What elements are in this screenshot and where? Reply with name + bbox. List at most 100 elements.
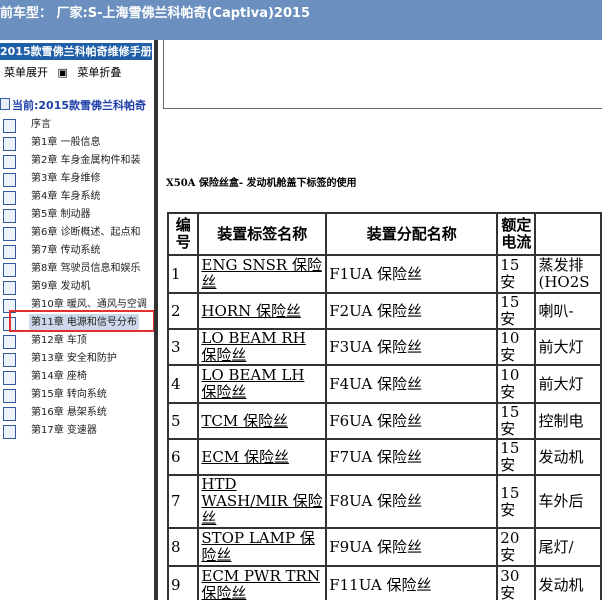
document-icon: [3, 371, 16, 385]
tree-item-ch16[interactable]: 第16章 悬架系统: [0, 404, 154, 422]
table-row: 9 ECM PWR TRN 保险丝 F11UA 保险丝 30 安 发动机: [166, 565, 602, 600]
cell-number: 4: [166, 364, 200, 404]
document-icon: [3, 263, 16, 277]
cell-label: HTD WASH/MIR 保险丝: [197, 474, 328, 529]
cell-current: 20 安: [496, 527, 537, 567]
document-icon: [3, 155, 16, 169]
tree-item-ch2[interactable]: 第2章 车身金属构件和装: [0, 152, 154, 170]
cell-current: 15 安: [496, 402, 537, 440]
table-row: 1 ENG SNSR 保险丝 F1UA 保险丝 15 安 蒸发排(HO2S: [166, 254, 602, 294]
cell-label: STOP LAMP 保险丝: [197, 527, 328, 567]
sidebar-actions: 菜单展开 ▣ 菜单折叠: [4, 64, 127, 80]
section-title: X50A 保险丝盒- 发动机舱盖下标签的使用: [166, 178, 357, 189]
cell-current: 15 安: [496, 438, 537, 476]
document-icon: [3, 137, 16, 151]
tree-item-ch12[interactable]: 第12章 车顶: [0, 332, 154, 350]
table-row: 2 HORN 保险丝 F2UA 保险丝 15 安 喇叭-: [166, 292, 602, 330]
cell-number: 2: [166, 292, 200, 330]
cell-label: ECM 保险丝: [197, 438, 328, 476]
tree-item-ch4[interactable]: 第4章 车身系统: [0, 188, 154, 206]
tree-item-ch14[interactable]: 第14章 座椅: [0, 368, 154, 386]
tree-item-ch1[interactable]: 第1章 一般信息: [0, 134, 154, 152]
cell-assign: F4UA 保险丝: [325, 364, 499, 404]
cell-extra: 前大灯: [534, 364, 602, 404]
cell-current: 15 安: [496, 474, 537, 529]
cell-assign: F11UA 保险丝: [325, 565, 499, 600]
cell-number: 5: [166, 402, 200, 440]
tree-item-ch6[interactable]: 第6章 诊断概述、起点和: [0, 224, 154, 242]
cell-number: 9: [166, 565, 200, 600]
folder-icon: [0, 98, 10, 110]
tree-item-ch7[interactable]: 第7章 传动系统: [0, 242, 154, 260]
cell-number: 8: [166, 527, 200, 567]
col-header-current: 额定电流: [496, 212, 537, 256]
cell-current: 15 安: [496, 292, 537, 330]
cell-current: 30 安: [496, 565, 537, 600]
document-icon: [3, 353, 16, 367]
cell-number: 6: [166, 438, 200, 476]
col-header-label: 装置标签名称: [197, 212, 328, 256]
col-header-assign: 装置分配名称: [325, 212, 499, 256]
document-icon: [3, 119, 16, 133]
current-manual-label: 当前:2015款雪佛兰科帕奇: [12, 99, 147, 112]
document-icon: [3, 335, 16, 349]
document-icon: [3, 209, 16, 223]
menu-collapse-button[interactable]: 菜单折叠: [77, 66, 121, 79]
current-manual-link[interactable]: 当前:2015款雪佛兰科帕奇: [0, 97, 146, 113]
document-icon: [3, 389, 16, 403]
col-header-number: 编号: [166, 212, 200, 256]
tree-item-ch13[interactable]: 第13章 安全和防护: [0, 350, 154, 368]
tree-item-ch5[interactable]: 第5章 制动器: [0, 206, 154, 224]
cell-extra: 喇叭-: [534, 292, 602, 330]
col-header-extra: [534, 212, 602, 256]
document-icon: [3, 191, 16, 205]
cell-number: 1: [166, 254, 200, 294]
cell-label: ECM PWR TRN 保险丝: [197, 565, 328, 600]
document-icon: [3, 407, 16, 421]
cell-label: TCM 保险丝: [197, 402, 328, 440]
sidebar: 2015款雪佛兰科帕奇维修手册 菜单展开 ▣ 菜单折叠 当前:2015款雪佛兰科…: [0, 40, 154, 600]
cell-label: ENG SNSR 保险丝: [197, 254, 328, 294]
cell-extra: 发动机: [534, 438, 602, 476]
table-row: 3 LO BEAM RH 保险丝 F3UA 保险丝 10 安 前大灯: [166, 328, 602, 366]
tree-item-ch15[interactable]: 第15章 转向系统: [0, 386, 154, 404]
table-row: 4 LO BEAM LH 保险丝 F4UA 保险丝 10 安 前大灯: [166, 364, 602, 404]
tree-item-ch10[interactable]: 第10章 暖风、通风与空调: [0, 296, 154, 314]
cell-assign: F9UA 保险丝: [325, 527, 499, 567]
cell-current: 15 安: [496, 254, 537, 294]
tree-item-ch8[interactable]: 第8章 驾驶员信息和娱乐: [0, 260, 154, 278]
menu-collapse-icon[interactable]: ▣: [58, 66, 68, 79]
cell-assign: F1UA 保险丝: [325, 254, 499, 294]
table-row: 7 HTD WASH/MIR 保险丝 F8UA 保险丝 15 安 车外后: [166, 474, 602, 529]
cell-extra: 尾灯/: [534, 527, 602, 567]
cell-number: 7: [166, 474, 200, 529]
cell-extra: 车外后: [534, 474, 602, 529]
cell-number: 3: [166, 328, 200, 366]
tree-item-ch17[interactable]: 第17章 变速器: [0, 422, 154, 440]
document-icon: [3, 425, 16, 439]
title-bar: 前车型： 厂家:S-上海雪佛兰科帕奇(Captiva)2015: [0, 0, 602, 40]
document-icon: [3, 299, 16, 313]
tree-item-ch3[interactable]: 第3章 车身维修: [0, 170, 154, 188]
document-icon: [3, 317, 16, 331]
menu-expand-button[interactable]: 菜单展开: [4, 66, 48, 79]
table-row: 8 STOP LAMP 保险丝 F9UA 保险丝 20 安 尾灯/: [166, 527, 602, 567]
tree-item-ch9[interactable]: 第9章 发动机: [0, 278, 154, 296]
table-row: 6 ECM 保险丝 F7UA 保险丝 15 安 发动机: [166, 438, 602, 476]
document-icon: [3, 245, 16, 259]
cell-assign: F7UA 保险丝: [325, 438, 499, 476]
cell-assign: F2UA 保险丝: [325, 292, 499, 330]
cell-assign: F3UA 保险丝: [325, 328, 499, 366]
tree-item-preface[interactable]: 序言: [0, 116, 154, 134]
cell-extra: 发动机: [534, 565, 602, 600]
tree-item-ch11[interactable]: 第11章 电源和信号分布: [0, 314, 154, 332]
cell-current: 10 安: [496, 328, 537, 366]
document-pane: X50A 保险丝盒- 发动机舱盖下标签的使用 编号 装置标签名称 装置分配名称 …: [158, 40, 602, 600]
cell-extra: 蒸发排(HO2S: [534, 254, 602, 294]
cell-extra: 控制电: [534, 402, 602, 440]
cell-label: LO BEAM LH 保险丝: [197, 364, 328, 404]
cell-label: HORN 保险丝: [197, 292, 328, 330]
cell-label: LO BEAM RH 保险丝: [197, 328, 328, 366]
cell-extra: 前大灯: [534, 328, 602, 366]
cell-current: 10 安: [496, 364, 537, 404]
